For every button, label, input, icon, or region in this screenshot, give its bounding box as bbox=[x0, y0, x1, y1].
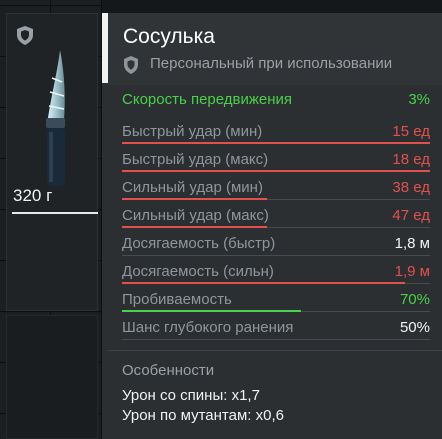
stat-row: Быстрый удар (мин) 15 ед bbox=[122, 120, 430, 148]
feature-item: Урон по мутантам: x0,6 bbox=[122, 407, 284, 424]
stat-row: Пробиваемость 70% bbox=[122, 288, 430, 316]
stat-bar-fill bbox=[122, 198, 267, 200]
item-weight: 320 г bbox=[13, 186, 53, 205]
stat-row: Скорость передвижения 3% bbox=[122, 88, 430, 116]
stat-value: 15 ед bbox=[392, 123, 430, 140]
shield-icon bbox=[124, 56, 138, 74]
item-binding-type: Персональный при использовании bbox=[150, 55, 393, 72]
stat-row: Сильный удар (макс) 47 ед bbox=[122, 204, 430, 232]
item-title: Сосулька bbox=[123, 25, 215, 48]
stat-label: Шанс глубокого ранения bbox=[122, 319, 294, 336]
stat-label: Быстрый удар (мин) bbox=[122, 123, 263, 140]
stat-label: Сильный удар (мин) bbox=[122, 179, 263, 196]
stat-row: Быстрый удар (макс) 18 ед bbox=[122, 148, 430, 176]
stat-label: Быстрый удар (макс) bbox=[122, 151, 269, 168]
stat-label: Пробиваемость bbox=[122, 291, 232, 308]
icicle-knife-icon bbox=[46, 50, 65, 186]
stat-value: 50% bbox=[399, 319, 430, 336]
inventory-slot[interactable] bbox=[6, 315, 98, 439]
shield-icon bbox=[17, 26, 33, 45]
stat-row: Сильный удар (мин) 38 ед bbox=[122, 176, 430, 204]
stat-label: Досягаемость (сильн) bbox=[122, 263, 274, 280]
stat-row: Досягаемость (быстр) 1,8 м bbox=[122, 232, 430, 260]
stat-bar-track bbox=[122, 255, 430, 256]
stat-bar-fill bbox=[122, 282, 406, 284]
stat-value: 70% bbox=[399, 291, 430, 308]
stat-value: 47 ед bbox=[392, 207, 430, 224]
stat-bar-fill bbox=[122, 226, 267, 228]
stat-value: 1,8 м bbox=[394, 235, 430, 252]
divider bbox=[108, 350, 442, 351]
stat-value: 38 ед bbox=[392, 179, 430, 196]
stat-value: 3% bbox=[408, 91, 430, 108]
feature-item: Урон со спины: x1,7 bbox=[122, 387, 260, 404]
stat-value: 1,9 м bbox=[394, 263, 430, 280]
stat-label: Досягаемость (быстр) bbox=[122, 235, 276, 252]
stat-bar-fill bbox=[122, 170, 430, 172]
weight-underline bbox=[12, 212, 98, 214]
stat-bar-fill bbox=[122, 142, 430, 144]
header-accent-bar bbox=[102, 13, 108, 83]
stat-row: Шанс глубокого ранения 50% bbox=[122, 316, 430, 344]
stat-label: Скорость передвижения bbox=[122, 91, 293, 108]
stat-label: Сильный удар (макс) bbox=[122, 207, 269, 224]
tooltip-header bbox=[108, 13, 442, 85]
stat-row: Досягаемость (сильн) 1,9 м bbox=[122, 260, 430, 288]
features-title: Особенности bbox=[122, 362, 215, 379]
stat-bar-track bbox=[122, 339, 430, 340]
stat-value: 18 ед bbox=[392, 151, 430, 168]
stat-bar-fill bbox=[122, 310, 301, 312]
